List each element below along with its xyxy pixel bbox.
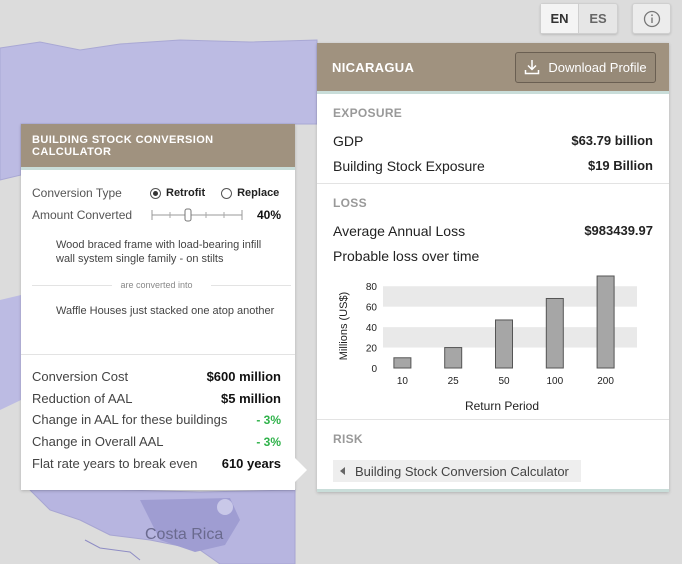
- info-icon: [643, 10, 660, 27]
- conversion-type-label: Conversion Type: [32, 186, 122, 200]
- replace-label: Replace: [237, 187, 280, 199]
- download-profile-label: Download Profile: [548, 59, 647, 75]
- calculator-pointer-arrow: [295, 458, 307, 482]
- exposure-row-gdp: GDP $63.79 billion: [333, 128, 653, 153]
- probable-loss-label: Probable loss over time: [333, 247, 480, 264]
- amount-converted-value: 40%: [256, 208, 281, 222]
- probable-loss-chart-svg: 0 20 40 60 80 Millions (US$) 10 25 50 100 200 Retur…: [338, 275, 637, 413]
- exposure-title: EXPOSURE: [333, 106, 403, 120]
- loss-title: LOSS: [333, 196, 367, 210]
- result-label: Change in AAL for these buildings: [32, 412, 228, 428]
- replace-radio[interactable]: Replace: [221, 187, 279, 199]
- language-toggle: EN ES: [540, 3, 618, 34]
- map-land-region: [0, 295, 21, 410]
- chart-y-axis-label: Millions (US$): [338, 292, 350, 360]
- chart-x-tick-label: 10: [397, 376, 409, 387]
- profile-header: NICARAGUA Download Profile: [317, 43, 669, 94]
- exposure-row-building-stock: Building Stock Exposure $19 Billion: [333, 153, 653, 178]
- gdp-label: GDP: [333, 132, 364, 149]
- chart-y-tick-label: 80: [366, 282, 378, 293]
- conversion-type-row: Conversion Type Retrofit Replace: [32, 182, 281, 204]
- risk-calculator-link[interactable]: Building Stock Conversion Calculator: [333, 460, 581, 482]
- probable-loss-row: Probable loss over time: [333, 243, 653, 268]
- country-profile-panel: NICARAGUA Download Profile EXPOSURE GDP …: [317, 43, 669, 492]
- download-profile-button[interactable]: Download Profile: [515, 51, 656, 83]
- result-row-conversion-cost: Conversion Cost $600 million: [32, 366, 281, 388]
- map-lake: [217, 499, 233, 515]
- result-label: Reduction of AAL: [32, 390, 133, 406]
- calculator-body: Conversion Type Retrofit Replace Amount …: [21, 170, 295, 318]
- target-building-type: Waffle Houses just stacked one atop anot…: [56, 305, 275, 317]
- download-icon: [525, 60, 540, 75]
- building-stock-label: Building Stock Exposure: [333, 157, 485, 174]
- exposure-section: EXPOSURE GDP $63.79 billion Building Sto…: [317, 94, 669, 184]
- calculator-title: BUILDING STOCK CONVERSION CALCULATOR: [32, 133, 214, 158]
- chart-bar: [393, 357, 412, 369]
- result-value: - 3%: [256, 412, 281, 427]
- result-value: - 3%: [256, 434, 281, 449]
- result-value: $600 million: [206, 369, 281, 385]
- result-value: 610 years: [221, 455, 281, 471]
- retrofit-label: Retrofit: [166, 187, 206, 199]
- chart-x-axis-label: Return Period: [465, 399, 539, 413]
- result-label: Change in Overall AAL: [32, 434, 164, 450]
- source-building-type: Wood braced frame with load-bearing infi…: [56, 239, 262, 265]
- chart-x-tick-label: 25: [448, 376, 460, 387]
- chart-y-tick-label: 0: [371, 364, 377, 375]
- result-row-change-aal-buildings: Change in AAL for these buildings - 3%: [32, 409, 281, 431]
- chart-bar: [444, 347, 463, 369]
- chart-bar: [596, 275, 615, 369]
- probable-loss-chart: 0 20 40 60 80 Millions (US$) 10 25 50 100 200 Retur…: [333, 268, 653, 418]
- risk-title: RISK: [333, 432, 363, 446]
- calculator-header: BUILDING STOCK CONVERSION CALCULATOR: [21, 124, 295, 170]
- converted-into-divider: are converted into: [32, 280, 291, 290]
- chart-x-tick-label: 200: [597, 376, 614, 387]
- country-title: NICARAGUA: [332, 59, 415, 75]
- calculator-results: Conversion Cost $600 million Reduction o…: [21, 354, 295, 474]
- amount-slider[interactable]: [150, 208, 244, 222]
- aal-value: $983439.97: [584, 223, 653, 238]
- result-row-break-even: Flat rate years to break even 610 years: [32, 452, 281, 474]
- building-stock-value: $19 Billion: [587, 158, 653, 173]
- risk-section: RISK Building Stock Conversion Calculato…: [317, 420, 669, 489]
- replace-radio-dot: [221, 187, 233, 199]
- result-label: Flat rate years to break even: [32, 455, 198, 471]
- result-row-reduction-aal: Reduction of AAL $5 million: [32, 388, 281, 410]
- retrofit-radio[interactable]: Retrofit: [150, 187, 205, 199]
- risk-calculator-link-label: Building Stock Conversion Calculator: [355, 463, 569, 479]
- chart-y-tick-label: 40: [366, 323, 378, 334]
- retrofit-radio-dot: [150, 187, 161, 199]
- chart-y-tick-label: 60: [366, 303, 378, 314]
- result-value: $5 million: [221, 390, 281, 406]
- map-country-label: Costa Rica: [145, 526, 224, 543]
- result-label: Conversion Cost: [32, 369, 129, 385]
- profile-bottom-accent: [317, 489, 669, 492]
- chart-bar: [545, 297, 564, 369]
- chevron-left-icon: [340, 467, 345, 475]
- aal-row: Average Annual Loss $983439.97: [333, 218, 653, 243]
- language-es-button[interactable]: ES: [579, 4, 617, 33]
- language-en-button[interactable]: EN: [541, 4, 579, 33]
- slider-handle[interactable]: [184, 208, 192, 222]
- chart-x-tick-label: 100: [546, 376, 563, 387]
- info-button[interactable]: [632, 3, 671, 34]
- gdp-value: $63.79 billion: [571, 133, 653, 148]
- amount-converted-label: Amount Converted: [32, 208, 133, 222]
- loss-section: LOSS Average Annual Loss $983439.97 Prob…: [317, 184, 669, 420]
- aal-label: Average Annual Loss: [333, 222, 466, 239]
- result-row-change-overall-aal: Change in Overall AAL - 3%: [32, 431, 281, 453]
- conversion-calculator-panel: BUILDING STOCK CONVERSION CALCULATOR Con…: [21, 124, 295, 490]
- chart-y-tick-label: 20: [366, 344, 378, 355]
- amount-converted-row: Amount Converted 40%: [32, 204, 281, 226]
- chart-x-tick-label: 50: [498, 376, 510, 387]
- chart-bar: [495, 319, 513, 369]
